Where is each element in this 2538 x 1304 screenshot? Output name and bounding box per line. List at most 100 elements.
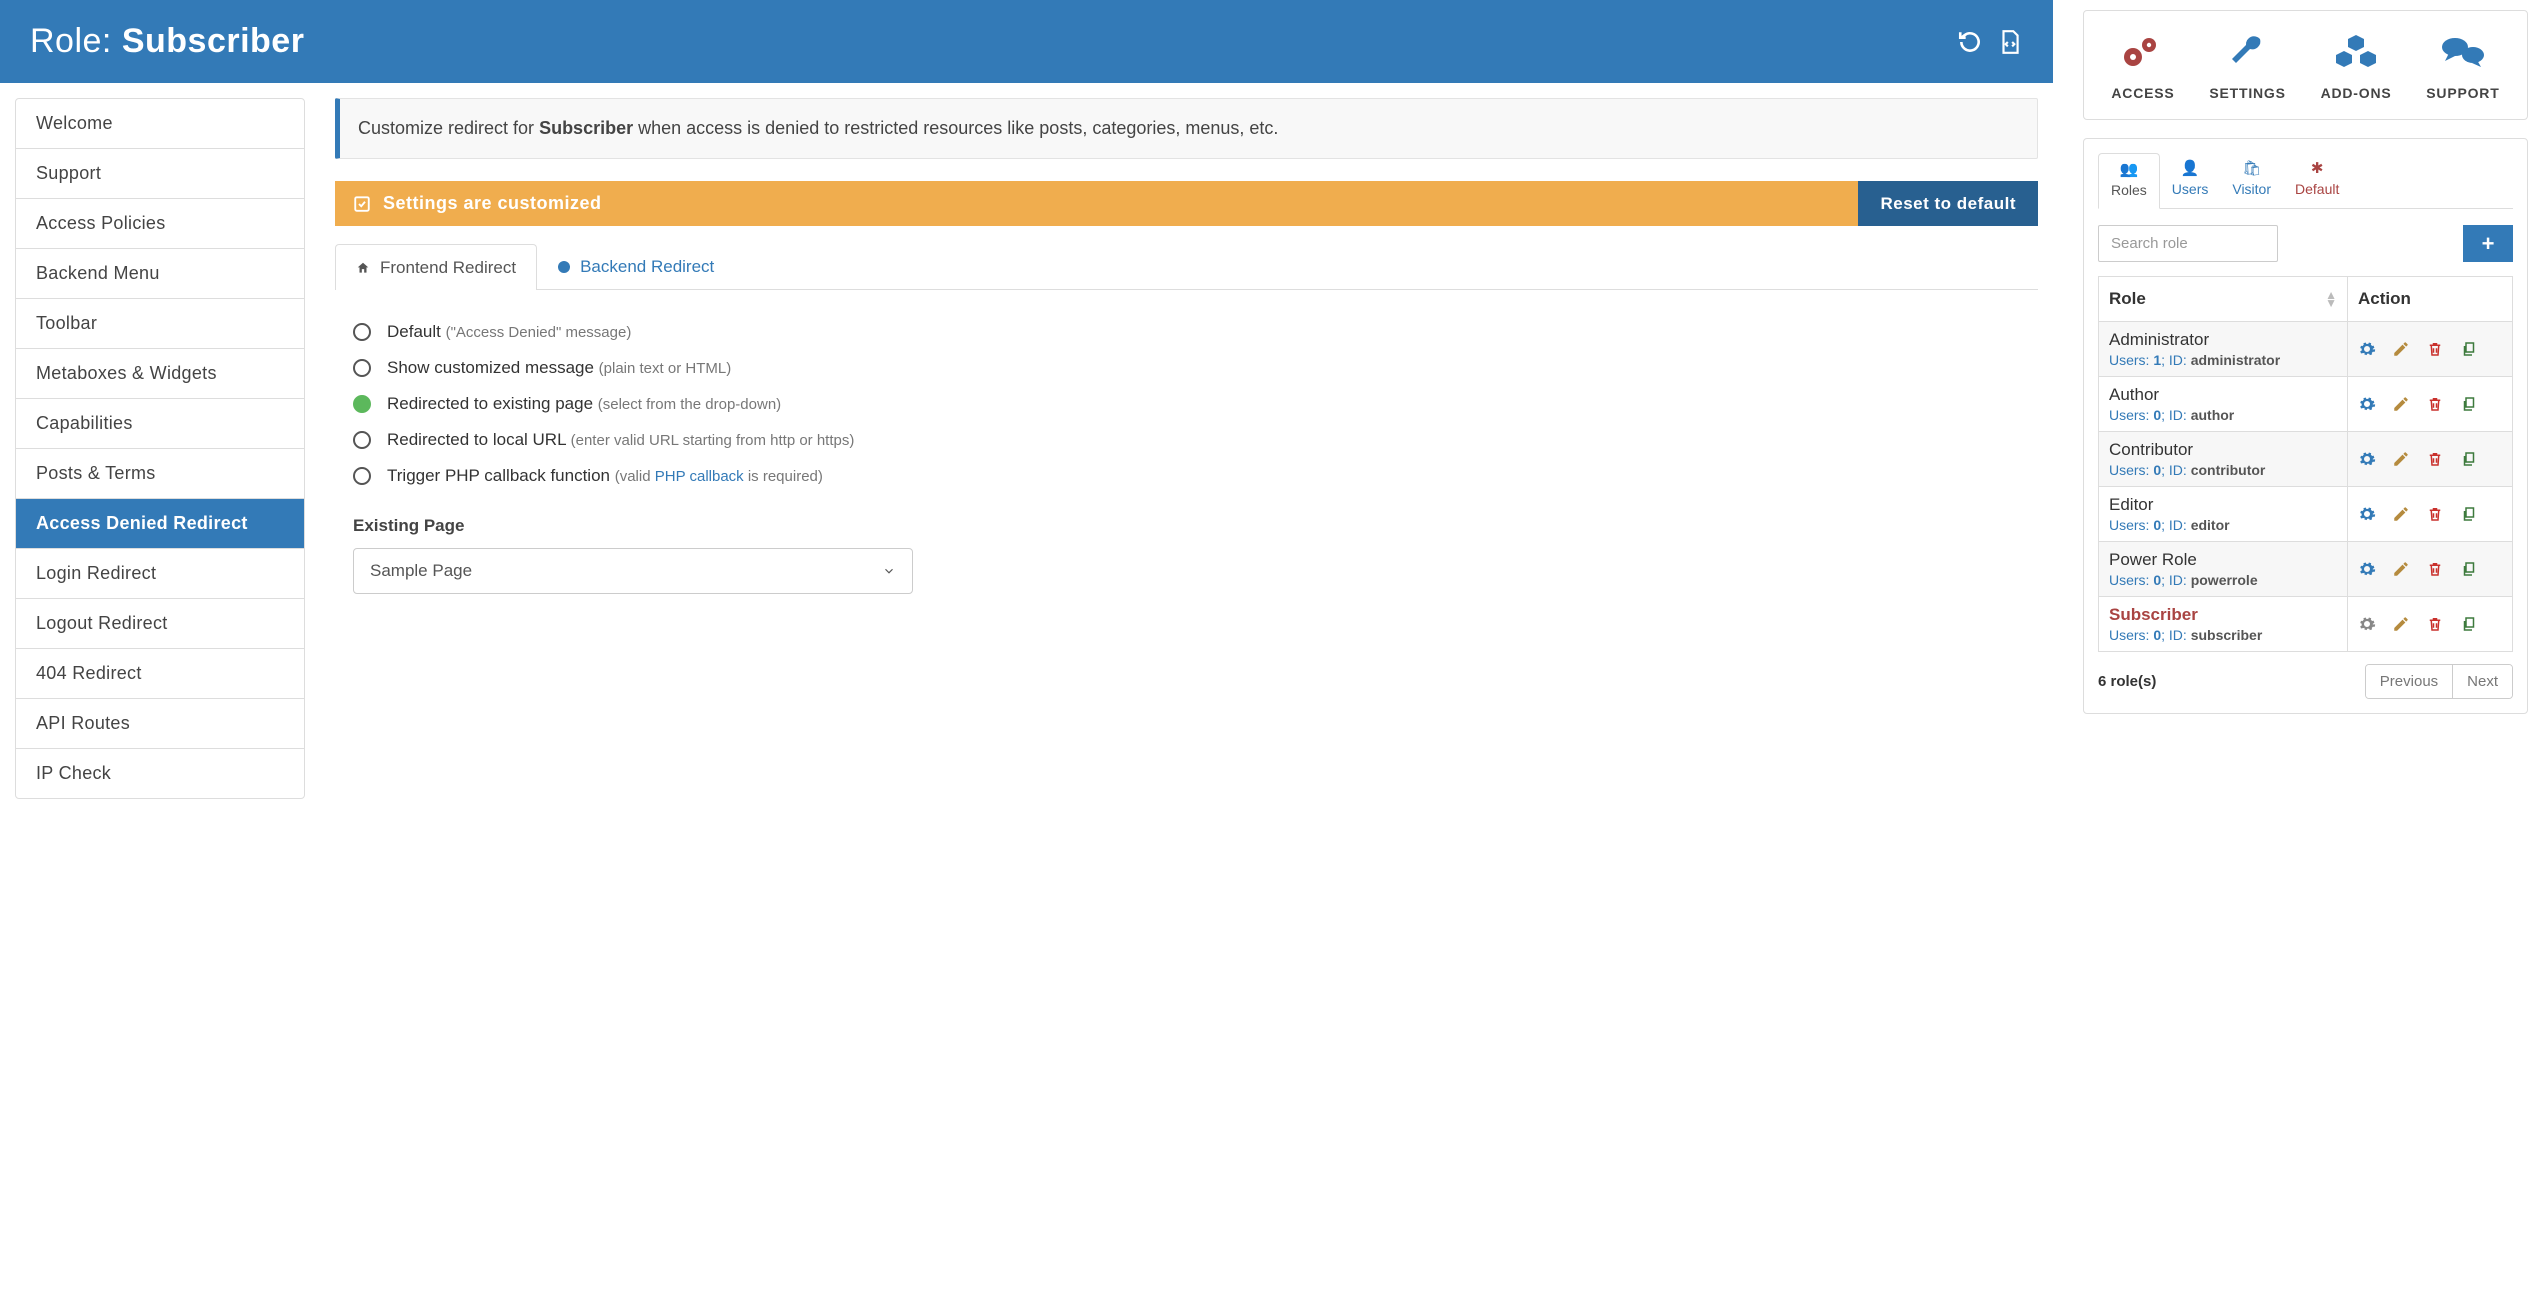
role-meta: Users: 0; ID: powerrole — [2109, 572, 2337, 588]
edit-icon[interactable] — [2392, 560, 2410, 578]
sidebar-item[interactable]: Access Policies — [16, 199, 304, 249]
role-name: Editor — [2109, 495, 2337, 515]
manage-icon[interactable] — [2358, 340, 2376, 358]
header-bar: Role: Subscriber — [0, 0, 2053, 83]
col-role[interactable]: Role ▲▼ — [2099, 277, 2348, 322]
manage-icon[interactable] — [2358, 395, 2376, 413]
reset-to-default-button[interactable]: Reset to default — [1858, 181, 2038, 226]
minitab-roles[interactable]: 👥 Roles — [2098, 153, 2160, 209]
role-meta: Users: 0; ID: author — [2109, 407, 2337, 423]
role-name: Author — [2109, 385, 2337, 405]
role-meta: Users: 0; ID: editor — [2109, 517, 2337, 533]
sidebar: WelcomeSupportAccess PoliciesBackend Men… — [15, 98, 305, 799]
sidebar-item[interactable]: Capabilities — [16, 399, 304, 449]
radio-php-callback[interactable]: Trigger PHP callback function (valid PHP… — [353, 458, 2038, 494]
home-icon — [356, 261, 370, 275]
table-row[interactable]: Administrator Users: 1; ID: administrato… — [2099, 322, 2513, 377]
col-action: Action — [2348, 277, 2513, 322]
users-group-icon: 👥 — [2111, 160, 2147, 178]
chevron-down-icon — [882, 564, 896, 578]
delete-icon[interactable] — [2426, 450, 2444, 468]
wrench-icon — [2209, 31, 2285, 75]
edit-icon[interactable] — [2392, 615, 2410, 633]
tab-frontend-redirect[interactable]: Frontend Redirect — [335, 244, 537, 290]
sidebar-item[interactable]: Welcome — [16, 99, 304, 149]
table-row[interactable]: Power Role Users: 0; ID: powerrole — [2099, 542, 2513, 597]
role-name: Administrator — [2109, 330, 2337, 350]
manage-icon[interactable] — [2358, 560, 2376, 578]
role-name: Power Role — [2109, 550, 2337, 570]
clone-icon[interactable] — [2460, 450, 2478, 468]
table-row[interactable]: Subscriber Users: 0; ID: subscriber — [2099, 597, 2513, 652]
role-meta: Users: 0; ID: subscriber — [2109, 627, 2337, 643]
sidebar-item[interactable]: Metaboxes & Widgets — [16, 349, 304, 399]
visitor-icon: 🛍 — [2232, 159, 2271, 177]
edit-icon[interactable] — [2392, 395, 2410, 413]
pager-next-button[interactable]: Next — [2453, 665, 2512, 698]
radio-icon — [353, 359, 371, 377]
user-icon: 👤 — [2172, 159, 2209, 177]
sidebar-item[interactable]: Logout Redirect — [16, 599, 304, 649]
radio-existing-page[interactable]: Redirected to existing page (select from… — [353, 386, 2038, 422]
delete-icon[interactable] — [2426, 395, 2444, 413]
add-role-button[interactable]: + — [2463, 225, 2513, 262]
radio-icon — [353, 431, 371, 449]
customized-banner: Settings are customized — [335, 181, 1858, 226]
edit-icon[interactable] — [2392, 450, 2410, 468]
delete-icon[interactable] — [2426, 615, 2444, 633]
chat-icon — [2426, 31, 2499, 75]
dot-icon — [558, 261, 570, 273]
table-row[interactable]: Contributor Users: 0; ID: contributor — [2099, 432, 2513, 487]
clone-icon[interactable] — [2460, 615, 2478, 633]
sidebar-item[interactable]: Backend Menu — [16, 249, 304, 299]
manage-icon[interactable] — [2358, 505, 2376, 523]
clone-icon[interactable] — [2460, 560, 2478, 578]
page-title: Role: Subscriber — [30, 22, 304, 61]
roles-count: 6 role(s) — [2098, 673, 2156, 690]
code-file-icon[interactable] — [1997, 29, 2023, 55]
minitab-default[interactable]: ✱ Default — [2283, 153, 2351, 208]
delete-icon[interactable] — [2426, 340, 2444, 358]
pager-prev-button[interactable]: Previous — [2366, 665, 2453, 698]
refresh-icon[interactable] — [1957, 29, 1983, 55]
delete-icon[interactable] — [2426, 560, 2444, 578]
nav-settings[interactable]: SETTINGS — [2209, 31, 2285, 101]
php-callback-link[interactable]: PHP callback — [655, 468, 744, 485]
clone-icon[interactable] — [2460, 340, 2478, 358]
delete-icon[interactable] — [2426, 505, 2444, 523]
nav-addons[interactable]: ADD-ONS — [2321, 31, 2392, 101]
search-role-input[interactable] — [2098, 225, 2278, 262]
sidebar-item[interactable]: Posts & Terms — [16, 449, 304, 499]
nav-access[interactable]: ACCESS — [2111, 31, 2174, 101]
minitab-visitor[interactable]: 🛍 Visitor — [2220, 153, 2283, 208]
info-box: Customize redirect for Subscriber when a… — [335, 98, 2038, 159]
radio-icon — [353, 467, 371, 485]
radio-default[interactable]: Default ("Access Denied" message) — [353, 314, 2038, 350]
radio-custom-message[interactable]: Show customized message (plain text or H… — [353, 350, 2038, 386]
manage-icon[interactable] — [2358, 615, 2376, 633]
manage-icon[interactable] — [2358, 450, 2376, 468]
sidebar-item[interactable]: Toolbar — [16, 299, 304, 349]
clone-icon[interactable] — [2460, 505, 2478, 523]
sidebar-item[interactable]: Access Denied Redirect — [16, 499, 304, 549]
edit-icon[interactable] — [2392, 340, 2410, 358]
sidebar-item[interactable]: API Routes — [16, 699, 304, 749]
nav-support[interactable]: SUPPORT — [2426, 31, 2499, 101]
sidebar-item[interactable]: Support — [16, 149, 304, 199]
edit-icon[interactable] — [2392, 505, 2410, 523]
sidebar-item[interactable]: 404 Redirect — [16, 649, 304, 699]
asterisk-icon: ✱ — [2295, 159, 2339, 177]
sidebar-item[interactable]: Login Redirect — [16, 549, 304, 599]
clone-icon[interactable] — [2460, 395, 2478, 413]
radio-icon — [353, 323, 371, 341]
table-row[interactable]: Author Users: 0; ID: author — [2099, 377, 2513, 432]
tab-backend-redirect[interactable]: Backend Redirect — [537, 244, 735, 289]
cubes-icon — [2321, 31, 2392, 75]
table-row[interactable]: Editor Users: 0; ID: editor — [2099, 487, 2513, 542]
radio-local-url[interactable]: Redirected to local URL (enter valid URL… — [353, 422, 2038, 458]
sort-icon: ▲▼ — [2325, 291, 2337, 307]
sidebar-item[interactable]: IP Check — [16, 749, 304, 798]
gears-icon — [2111, 31, 2174, 75]
minitab-users[interactable]: 👤 Users — [2160, 153, 2221, 208]
existing-page-select[interactable]: Sample Page — [353, 548, 913, 594]
